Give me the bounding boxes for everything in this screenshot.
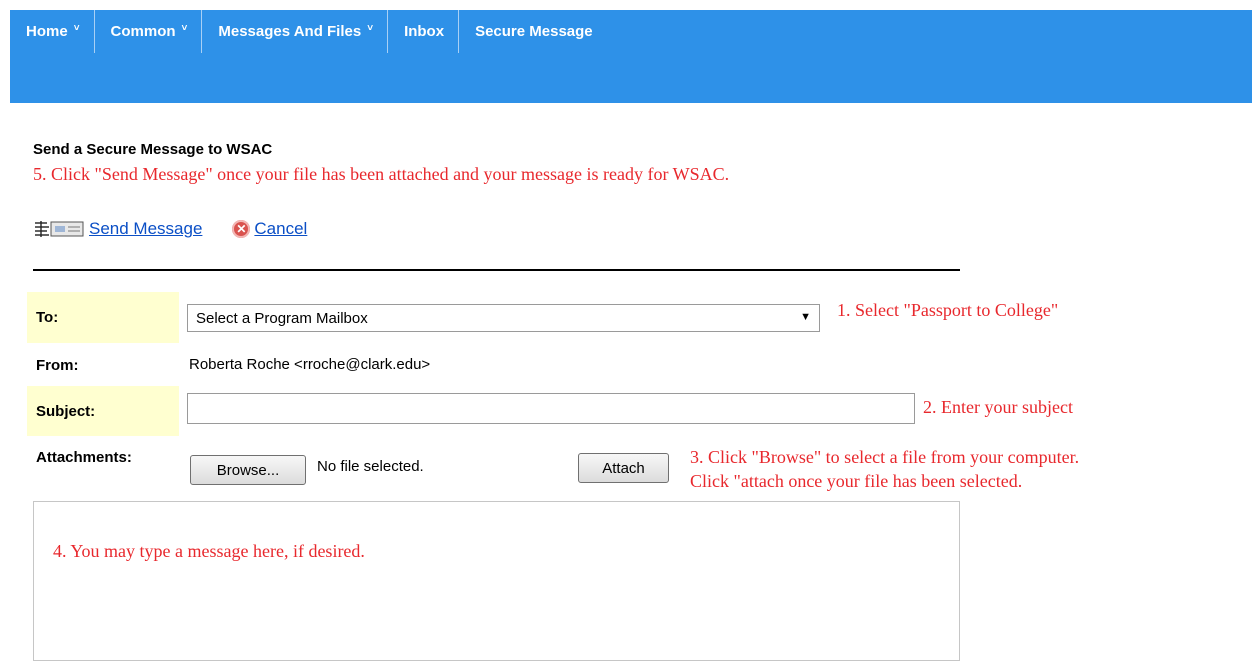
- hint-step-3a: 3. Click "Browse" to select a file from …: [690, 447, 1080, 467]
- chevron-down-icon: ˅: [367, 23, 374, 34]
- hint-step-2: 2. Enter your subject: [923, 397, 1073, 417]
- nav-item-label: Home: [26, 23, 68, 40]
- file-status: No file selected.: [317, 458, 424, 475]
- nav-item-secure-message[interactable]: Secure Message: [459, 10, 607, 53]
- send-message-icon[interactable]: [33, 220, 85, 238]
- subject-label: Subject:: [27, 386, 179, 436]
- nav-item-inbox[interactable]: Inbox: [388, 10, 460, 53]
- nav-item-home[interactable]: Home ˅: [10, 10, 95, 53]
- top-nav-bar: Home ˅ Common ˅ Messages And Files ˅ Inb…: [10, 10, 1252, 103]
- program-mailbox-select[interactable]: Select a Program Mailbox ▼: [187, 304, 820, 332]
- nav-item-label: Inbox: [404, 23, 445, 40]
- attachments-label: Attachments:: [36, 448, 132, 466]
- select-value: Select a Program Mailbox: [196, 309, 368, 327]
- instruction-step-5: 5. Click "Send Message" once your file h…: [33, 164, 730, 184]
- chevron-down-icon: ▼: [800, 311, 811, 323]
- chevron-down-icon: ˅: [181, 23, 188, 34]
- nav-item-label: Messages And Files: [218, 23, 362, 40]
- nav-item-label: Secure Message: [475, 23, 593, 40]
- action-row: Send Message ✕ Cancel: [33, 219, 307, 239]
- to-label: To:: [27, 292, 179, 343]
- chevron-down-icon: ˅: [73, 23, 80, 34]
- divider: [33, 269, 960, 271]
- hint-step-1: 1. Select "Passport to College": [837, 300, 1059, 320]
- nav-item-messages-and-files[interactable]: Messages And Files ˅: [202, 10, 389, 53]
- hint-step-3b: Click "attach once your file has been se…: [690, 471, 1023, 491]
- nav-items: Home ˅ Common ˅ Messages And Files ˅ Inb…: [10, 10, 1252, 53]
- cancel-link[interactable]: Cancel: [254, 219, 307, 239]
- nav-item-label: Common: [110, 23, 176, 40]
- from-label: From:: [36, 356, 79, 374]
- hint-step-4: 4. You may type a message here, if desir…: [53, 541, 365, 561]
- nav-item-common[interactable]: Common ˅: [95, 10, 203, 53]
- message-textarea[interactable]: [33, 501, 960, 661]
- subject-input[interactable]: [187, 393, 915, 424]
- send-message-link[interactable]: Send Message: [89, 219, 202, 239]
- page-title: Send a Secure Message to WSAC: [33, 141, 273, 158]
- from-value: Roberta Roche <rroche@clark.edu>: [189, 356, 431, 373]
- browse-button[interactable]: Browse...: [190, 455, 306, 485]
- cancel-icon[interactable]: ✕: [232, 220, 251, 238]
- attach-button[interactable]: Attach: [578, 453, 669, 483]
